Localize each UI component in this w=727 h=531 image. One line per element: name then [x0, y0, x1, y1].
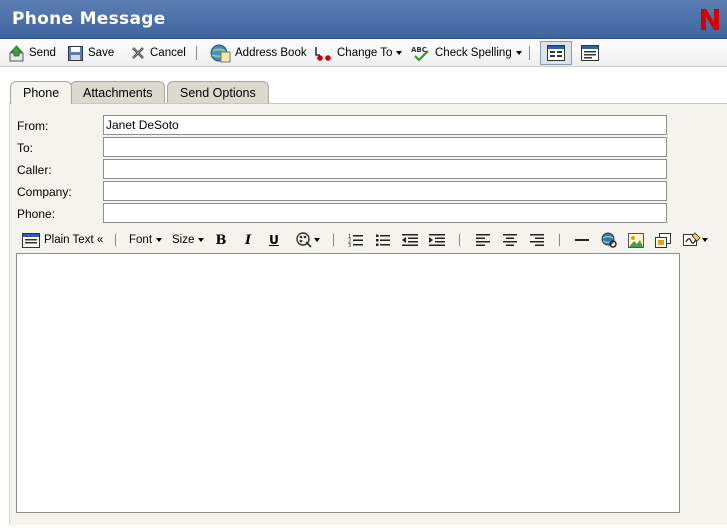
change-to-label: Change To: [337, 47, 393, 59]
tab-phone[interactable]: Phone: [10, 81, 73, 104]
cancel-label: Cancel: [150, 47, 186, 59]
chevron-down-icon: [701, 238, 708, 242]
indent-button[interactable]: [427, 231, 447, 249]
message-view-icon: [547, 45, 565, 61]
send-label: Send: [29, 47, 56, 59]
toolbar-separator: [196, 46, 197, 60]
underline-label: U: [269, 233, 279, 247]
align-left-icon: [476, 234, 490, 246]
insert-link-button[interactable]: [599, 231, 619, 249]
save-label: Save: [88, 47, 115, 59]
address-book-icon: [210, 44, 231, 63]
editor-toolbar-separator: [459, 234, 460, 246]
from-label: From:: [17, 119, 49, 133]
phone-label: Phone:: [17, 207, 56, 221]
to-field[interactable]: [103, 137, 667, 157]
check-spelling-button[interactable]: ABC Check Spelling: [411, 42, 522, 64]
underline-button[interactable]: U: [264, 231, 284, 249]
table-icon: [655, 232, 671, 248]
tab-send-options-label: Send Options: [180, 85, 256, 100]
window-title: Phone Message: [12, 9, 166, 29]
change-to-button[interactable]: Change To: [313, 42, 403, 64]
message-body-editor[interactable]: [16, 253, 680, 513]
plain-text-icon: [22, 232, 40, 248]
send-icon: [9, 44, 24, 61]
insert-table-button[interactable]: [653, 231, 673, 249]
signature-icon: [682, 232, 701, 246]
numbered-list-icon: 1 2 3: [348, 234, 363, 247]
svg-text:ABC: ABC: [411, 46, 427, 54]
plain-text-label: Plain Text «: [44, 234, 104, 246]
bullet-list-button[interactable]: [373, 231, 393, 249]
size-label: Size: [172, 234, 195, 246]
chevron-down-icon: [515, 51, 522, 55]
text-color-button[interactable]: [292, 231, 322, 249]
message-view-button[interactable]: [540, 41, 572, 65]
horizontal-rule-button[interactable]: [572, 231, 592, 249]
align-right-button[interactable]: [527, 231, 547, 249]
outdent-icon: [402, 234, 418, 246]
company-field[interactable]: [103, 181, 667, 201]
tab-send-options[interactable]: Send Options: [167, 81, 269, 103]
plain-view-icon: [581, 45, 599, 61]
check-spelling-label: Check Spelling: [435, 47, 512, 59]
bold-label: B: [215, 232, 227, 248]
title-bar: Phone Message: [0, 0, 727, 39]
novell-logo-icon: [701, 9, 719, 30]
cancel-button[interactable]: Cancel: [130, 42, 186, 64]
chevron-down-icon: [156, 238, 163, 242]
save-disk-icon: [68, 45, 83, 61]
bold-button[interactable]: B: [211, 231, 231, 249]
italic-label: I: [244, 232, 252, 248]
chevron-down-icon: [313, 238, 320, 242]
indent-icon: [429, 234, 445, 246]
tab-attachments-label: Attachments: [83, 85, 153, 100]
signature-button[interactable]: [680, 231, 710, 249]
tab-attachments[interactable]: Attachments: [70, 81, 166, 103]
align-center-button[interactable]: [500, 231, 520, 249]
insert-image-button[interactable]: [626, 231, 646, 249]
tab-phone-label: Phone: [23, 86, 60, 100]
font-dropdown[interactable]: Font: [129, 231, 163, 249]
caller-field[interactable]: [103, 159, 667, 179]
change-to-icon: [315, 47, 331, 61]
editor-toolbar-separator: [559, 234, 560, 246]
phone-field[interactable]: [103, 203, 667, 223]
to-label: To:: [17, 141, 34, 155]
size-dropdown[interactable]: Size: [172, 231, 205, 249]
svg-text:3: 3: [348, 243, 351, 247]
toolbar-separator: [529, 46, 530, 60]
plain-text-toggle[interactable]: Plain Text «: [22, 231, 103, 249]
outdent-button[interactable]: [400, 231, 420, 249]
align-right-icon: [530, 234, 544, 246]
chevron-down-icon: [198, 238, 205, 242]
from-field[interactable]: [103, 115, 667, 135]
editor-toolbar-separator: [115, 234, 116, 246]
cancel-x-icon: [132, 47, 144, 59]
align-center-icon: [503, 234, 517, 246]
chevron-down-icon: [396, 51, 403, 55]
caller-label: Caller:: [17, 163, 52, 177]
align-left-button[interactable]: [473, 231, 493, 249]
company-label: Company:: [17, 185, 72, 199]
spell-check-icon: ABC: [411, 46, 429, 62]
plain-view-button[interactable]: [574, 41, 606, 65]
link-icon: [601, 232, 617, 248]
main-toolbar: Send Save Cancel Address Book Change To: [0, 39, 727, 67]
bullet-list-icon: [376, 234, 390, 246]
numbered-list-button[interactable]: 1 2 3: [346, 231, 366, 249]
horizontal-rule-icon: [575, 239, 589, 241]
italic-button[interactable]: I: [238, 231, 258, 249]
send-button[interactable]: Send: [8, 42, 56, 64]
address-book-button[interactable]: Address Book: [210, 42, 307, 64]
text-color-icon: [295, 232, 312, 248]
save-button[interactable]: Save: [67, 42, 114, 64]
image-icon: [628, 232, 644, 248]
address-book-label: Address Book: [235, 47, 307, 59]
editor-toolbar-separator: [333, 234, 334, 246]
font-label: Font: [129, 234, 153, 246]
